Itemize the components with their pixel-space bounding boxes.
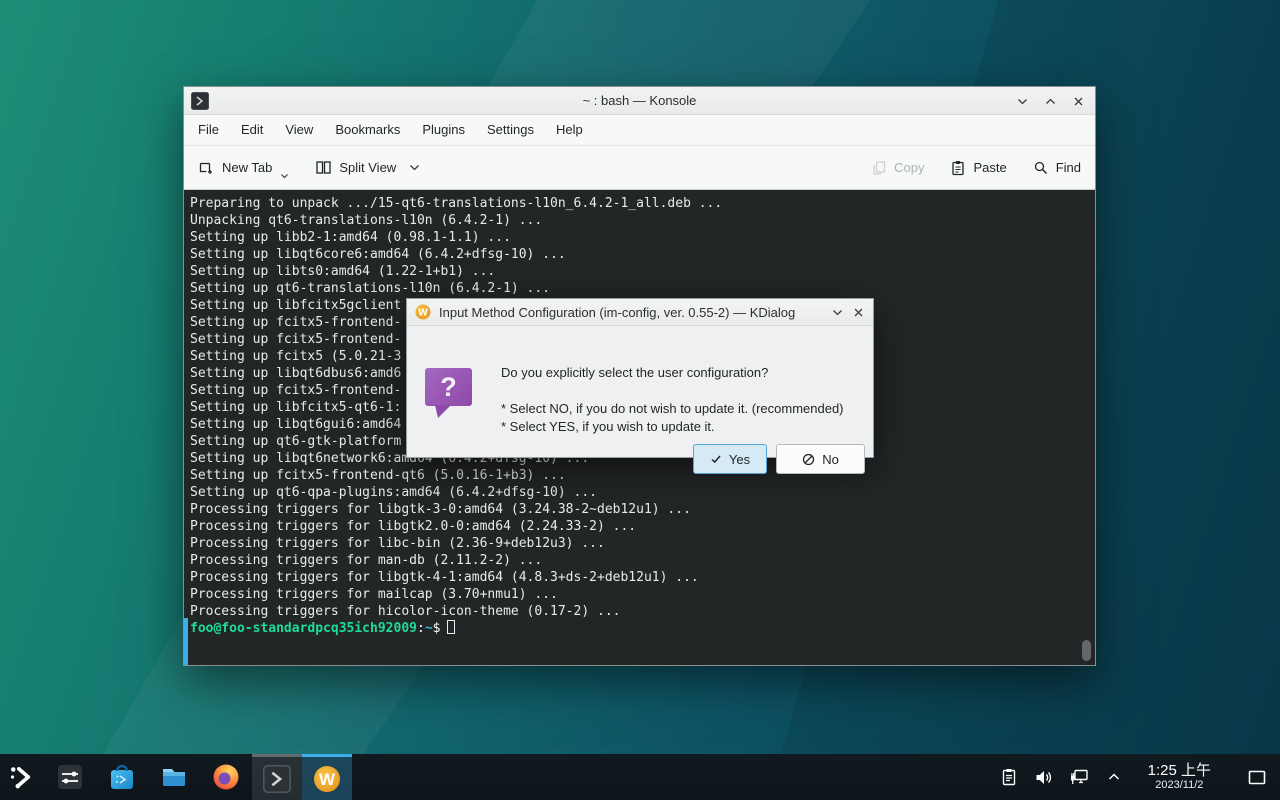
taskbar-panel: W 1:25 上午 2023/11/2 [0,754,1280,800]
svg-text:W: W [418,308,428,319]
terminal-line: Setting up qt6-translations-l10n (6.4.2-… [190,280,1095,297]
yes-button[interactable]: Yes [693,444,767,474]
maximize-button[interactable] [1039,90,1061,112]
menu-item-bookmarks[interactable]: Bookmarks [324,115,411,145]
expand-arrow-icon[interactable] [1103,766,1125,788]
terminal-line: Setting up qt6-qpa-plugins:amd64 (6.4.2+… [190,484,1095,501]
network-icon[interactable] [1068,766,1090,788]
terminal-line: Processing triggers for libgtk2.0-0:amd6… [190,518,1095,535]
kdialog-titlebar[interactable]: W Input Method Configuration (im-config,… [407,299,873,326]
dolphin-folder-icon [159,762,189,792]
konsole-titlebar[interactable]: ~ : bash — Konsole [184,87,1095,115]
check-icon [710,453,722,465]
dialog-close-button[interactable] [852,306,865,319]
terminal-line: Setting up libqt6core6:amd64 (6.4.2+dfsg… [190,246,1095,263]
volume-icon[interactable] [1033,766,1055,788]
terminal-line: Setting up fcitx5-frontend-qt6 (5.0.16-1… [190,467,1095,484]
dialog-option-no: * Select NO, if you do not wish to updat… [501,401,844,416]
im-config-icon: W [415,304,431,320]
kdialog-task-button[interactable]: W [302,754,352,800]
konsole-icon [263,765,291,793]
window-title: ~ : bash — Konsole [583,93,697,108]
menu-item-edit[interactable]: Edit [230,115,274,145]
terminal-prompt: foo@foo-standardpcq35ich92009:~$ [190,620,1095,637]
menu-item-file[interactable]: File [187,115,230,145]
question-icon: ? [425,368,472,406]
system-settings-icon [55,762,85,792]
kde-launcher-icon [7,762,37,792]
paste-button[interactable]: Paste [950,160,1006,176]
dialog-title: Input Method Configuration (im-config, v… [439,305,795,320]
app-launcher-button[interactable] [0,754,44,800]
menu-item-plugins[interactable]: Plugins [411,115,476,145]
dialog-more-button[interactable] [831,306,844,319]
terminal-line: Processing triggers for libc-bin (2.36-9… [190,535,1095,552]
terminal-line: Processing triggers for hicolor-icon-the… [190,603,1095,620]
menu-bar: FileEditViewBookmarksPluginsSettingsHelp [184,115,1095,146]
new-tab-icon [198,159,215,176]
terminal-line: Processing triggers for libgtk-4-1:amd64… [190,569,1095,586]
dialog-option-yes: * Select YES, if you wish to update it. [501,419,715,434]
show-desktop-icon [1248,770,1266,785]
find-icon [1033,160,1049,176]
terminal-scrollbar[interactable] [1082,640,1091,661]
konsole-icon [191,92,209,110]
menu-item-help[interactable]: Help [545,115,594,145]
im-config-icon: W [312,764,342,794]
konsole-task-button[interactable] [252,754,302,800]
menu-item-settings[interactable]: Settings [476,115,545,145]
show-desktop-button[interactable] [1244,762,1270,792]
digital-clock[interactable]: 1:25 上午 2023/11/2 [1148,762,1211,792]
firefox-icon [211,762,241,792]
system-settings-button[interactable] [44,754,96,800]
terminal-cursor [447,620,455,634]
clipboard-icon[interactable] [998,766,1020,788]
terminal-line: Unpacking qt6-translations-l10n (6.4.2-1… [190,212,1095,229]
file-manager-button[interactable] [148,754,200,800]
deny-icon [802,453,815,466]
new-tab-caret-icon [280,173,289,179]
toolbar: New Tab Split View Copy Paste Find [184,146,1095,190]
clock-date: 2023/11/2 [1148,779,1211,792]
find-button[interactable]: Find [1033,160,1081,176]
system-tray: 1:25 上午 2023/11/2 [998,754,1280,800]
copy-icon [871,160,887,176]
new-tab-button[interactable]: New Tab [198,159,289,176]
terminal-line: Processing triggers for libgtk-3-0:amd64… [190,501,1095,518]
no-button[interactable]: No [776,444,865,474]
minimize-button[interactable] [1011,90,1033,112]
w-letter: W [319,770,336,789]
menu-item-view[interactable]: View [274,115,324,145]
split-view-button[interactable]: Split View [315,159,420,176]
dialog-question: Do you explicitly select the user config… [501,365,768,380]
clock-time: 1:25 上午 [1148,762,1211,779]
firefox-button[interactable] [200,754,252,800]
terminal-line: Preparing to unpack .../15-qt6-translati… [190,195,1095,212]
copy-button: Copy [871,160,924,176]
kdialog-window: W Input Method Configuration (im-config,… [406,298,874,458]
terminal-line: Setting up libb2-1:amd64 (0.98.1-1.1) ..… [190,229,1095,246]
new-output-indicator [184,618,188,665]
discover-button[interactable] [96,754,148,800]
discover-icon [107,762,137,792]
split-view-icon [315,159,332,176]
split-view-caret-icon [409,164,420,171]
terminal-line: Processing triggers for mailcap (3.70+nm… [190,586,1095,603]
paste-icon [950,160,966,176]
close-button[interactable] [1067,90,1089,112]
terminal-line: Setting up libts0:amd64 (1.22-1+b1) ... [190,263,1095,280]
terminal-line: Processing triggers for man-db (2.11.2-2… [190,552,1095,569]
